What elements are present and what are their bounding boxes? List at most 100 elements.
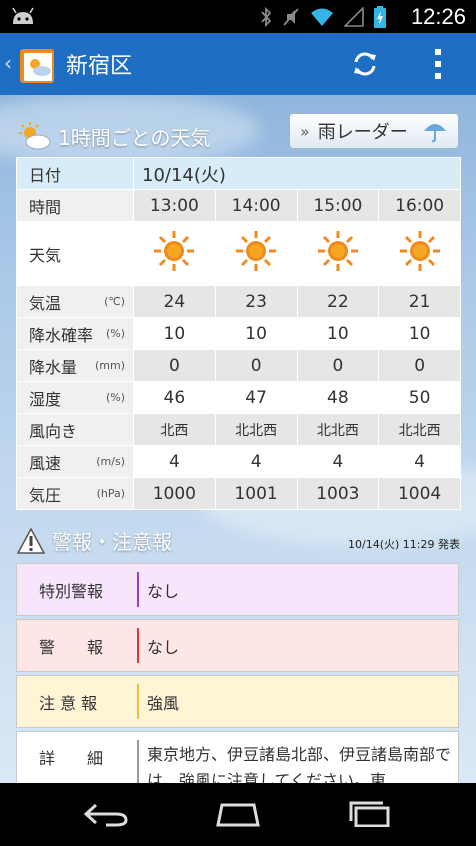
sun-icon	[317, 231, 358, 271]
row-unit: (%)	[105, 391, 125, 404]
navigation-bar	[0, 783, 476, 846]
wind-speed-cell: 4	[296, 445, 380, 478]
sun-icon	[154, 231, 195, 271]
row-label: 気温	[29, 293, 62, 313]
hourly-title: 1時間ごとの天気	[58, 125, 211, 150]
warning-row-detail[interactable]: 詳 細 東京地方、伊豆諸島北部、伊豆諸島南部では、強風に注意してください。東	[16, 731, 459, 783]
warning-value: なし	[147, 637, 180, 657]
row-unit: (℃)	[104, 295, 125, 308]
row-label: 降水量	[29, 357, 78, 377]
humidity-cell: 47	[214, 381, 298, 414]
table-row-wind-speed: 風速 (m/s) 4 4 4 4	[16, 445, 461, 478]
table-row-precip: 降水量 (mm) 0 0 0 0	[16, 349, 461, 382]
table-row-pressure: 気圧 (hPa) 1000 1001 1003 1004	[16, 477, 461, 510]
row-label: 天気	[16, 221, 134, 286]
signal-icon	[344, 7, 364, 27]
back-caret-icon[interactable]: ‹	[4, 51, 12, 75]
row-unit: (hPa)	[96, 487, 125, 500]
warning-label: 警 報	[39, 637, 104, 657]
warning-detail-text: 東京地方、伊豆諸島北部、伊豆諸島南部では、強風に注意してください。東	[147, 745, 452, 783]
battery-icon	[374, 6, 386, 28]
row-label: 日付	[16, 157, 134, 190]
temp-cell: 22	[296, 285, 380, 318]
row-label: 気圧	[29, 485, 62, 505]
action-bar: ‹ 新宿区	[0, 33, 476, 95]
row-label: 湿度	[29, 389, 62, 409]
back-icon[interactable]	[82, 801, 130, 827]
humidity-cell: 48	[296, 381, 380, 414]
warning-value: なし	[147, 581, 180, 601]
double-chevron-icon: »	[300, 121, 310, 141]
status-bar: 12:26	[0, 0, 476, 33]
warning-row-advisory[interactable]: 注 意 報 強風	[16, 675, 459, 728]
warnings-header: 警報・注意報	[16, 526, 172, 555]
umbrella-icon	[423, 124, 446, 143]
warning-value: 強風	[147, 693, 180, 713]
row-unit: (%)	[105, 327, 125, 340]
table-row-time: 時間 13:00 14:00 15:00 16:00	[16, 189, 461, 222]
pressure-cell: 1001	[214, 477, 298, 510]
row-label: 降水確率	[29, 325, 94, 345]
warning-label: 詳 細	[39, 749, 104, 768]
precip-prob-cell: 10	[378, 317, 461, 350]
hourly-header: 1時間ごとの天気	[16, 121, 211, 151]
table-row-date: 日付 10/14(火)	[16, 157, 461, 190]
recent-apps-icon[interactable]	[346, 801, 394, 827]
mute-icon	[283, 8, 299, 26]
row-label: 風向き	[16, 413, 134, 446]
warning-icon	[16, 526, 46, 554]
pressure-cell: 1000	[133, 477, 216, 510]
content-area[interactable]: 1時間ごとの天気 » 雨レーダー 日付 10/14(火) 時間 13:00 14…	[0, 95, 476, 783]
app-icon[interactable]	[18, 45, 58, 85]
warning-label: 特別警報	[39, 581, 104, 601]
wifi-icon	[311, 8, 333, 26]
time-cell: 13:00	[133, 189, 216, 222]
precip-cell: 0	[214, 349, 298, 382]
android-icon	[12, 7, 34, 24]
table-row-wind-dir: 風向き 北西 北北西 北北西 北北西	[16, 413, 461, 446]
row-label: 時間	[16, 189, 134, 222]
table-row-humidity: 湿度 (%) 46 47 48 50	[16, 381, 461, 414]
warnings-title: 警報・注意報	[52, 530, 172, 554]
precip-cell: 0	[378, 349, 461, 382]
home-icon[interactable]	[214, 801, 262, 827]
warning-label: 注 意 報	[39, 693, 98, 713]
date-value: 10/14(火)	[133, 157, 461, 190]
warning-row-special[interactable]: 特別警報 なし	[16, 563, 459, 616]
time-cell: 15:00	[296, 189, 380, 222]
rain-radar-button[interactable]: » 雨レーダー	[289, 113, 459, 149]
wind-dir-cell: 北北西	[378, 413, 461, 446]
table-row-weather: 天気	[16, 221, 461, 286]
wind-dir-cell: 北西	[133, 413, 216, 446]
hourly-weather-table: 日付 10/14(火) 時間 13:00 14:00 15:00 16:00 天…	[16, 157, 461, 510]
temp-cell: 21	[378, 285, 461, 318]
time-cell: 16:00	[378, 189, 461, 222]
location-title[interactable]: 新宿区	[66, 48, 132, 80]
issued-time: 10/14(火) 11:29 発表	[348, 538, 460, 551]
wind-dir-cell: 北北西	[214, 413, 298, 446]
precip-prob-cell: 10	[214, 317, 298, 350]
precip-cell: 0	[296, 349, 380, 382]
sun-icon	[236, 231, 277, 271]
row-label: 風速	[29, 453, 62, 473]
table-row-precip-prob: 降水確率 (%) 10 10 10 10	[16, 317, 461, 350]
temp-cell: 24	[133, 285, 216, 318]
precip-prob-cell: 10	[133, 317, 216, 350]
bluetooth-icon	[261, 7, 272, 27]
row-unit: (mm)	[94, 359, 125, 372]
temp-cell: 23	[214, 285, 298, 318]
sun-icon	[399, 231, 440, 271]
precip-prob-cell: 10	[296, 317, 380, 350]
refresh-icon[interactable]	[350, 49, 380, 79]
wind-speed-cell: 4	[214, 445, 298, 478]
overflow-menu-icon[interactable]	[430, 47, 446, 81]
wind-speed-cell: 4	[133, 445, 216, 478]
rain-radar-label: 雨レーダー	[317, 122, 408, 143]
time-cell: 14:00	[214, 189, 298, 222]
precip-cell: 0	[133, 349, 216, 382]
pressure-cell: 1004	[378, 477, 461, 510]
wind-speed-cell: 4	[378, 445, 461, 478]
row-unit: (m/s)	[96, 455, 125, 468]
partly-cloudy-icon	[19, 122, 51, 150]
warning-row-alarm[interactable]: 警 報 なし	[16, 619, 459, 672]
